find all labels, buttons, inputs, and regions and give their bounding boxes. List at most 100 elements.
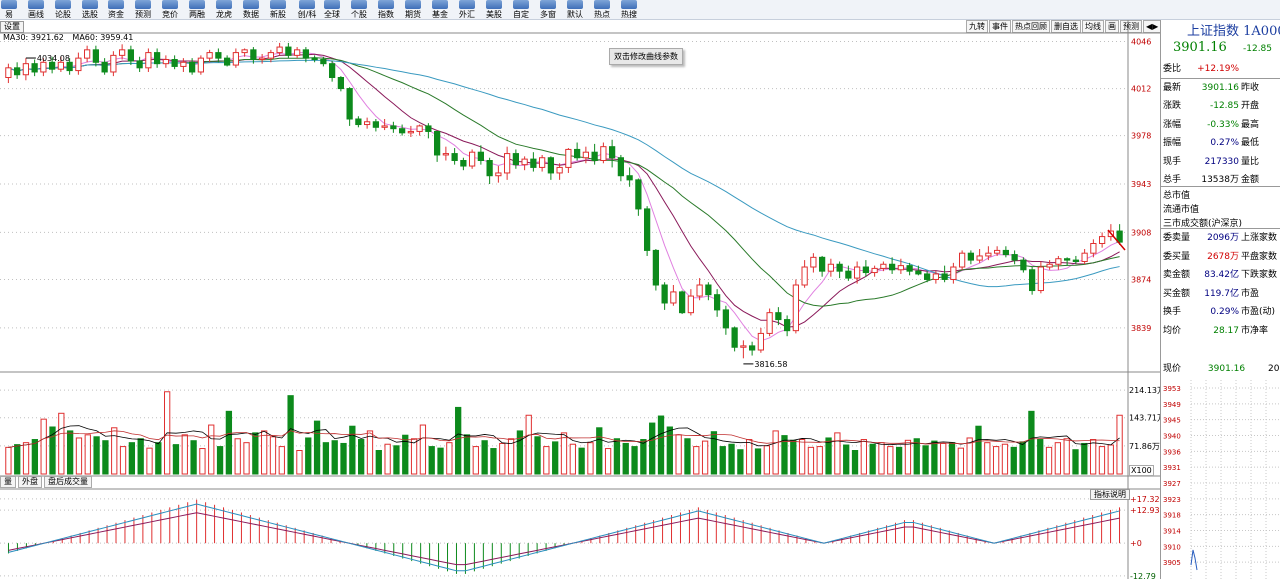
candle-body [696,284,703,297]
quote-row-value: 83.42亿 [1204,270,1239,280]
volume-bar [701,440,709,475]
macd-tick-label: +12.93 [1130,506,1160,515]
volume-bar [463,434,471,475]
volume-bar [331,440,338,475]
volume-bar [155,442,162,475]
mini-tick-label: 3931 [1163,464,1181,472]
volume-bar [1072,449,1079,475]
volume-tab-outside[interactable]: 外盘 [18,476,42,488]
volume-bar [869,443,876,475]
candle-body [145,52,152,69]
candle-body [906,265,913,272]
volume-bar [798,439,806,475]
candle-body [92,49,99,63]
candle-body [390,125,397,130]
candle-body [932,273,939,280]
candle-body [617,157,624,177]
candle-body [880,263,887,269]
candle-body [574,148,581,159]
candle-body [75,57,82,72]
volume-bar [675,434,682,475]
mini-tick-label: 3927 [1163,480,1181,488]
volume-bar [887,446,894,475]
indicator-button[interactable]: 指标说明 [1090,489,1130,500]
candle-body [110,54,117,73]
volume-bar [66,430,74,475]
volume-unit-label: X100 [1129,465,1154,476]
volume-bar [428,446,435,475]
quote-row-value: 2678万 [1207,251,1239,262]
candle-body [670,291,677,304]
volume-bar [834,432,841,475]
candle-body [714,294,721,311]
candle-body [1099,236,1106,244]
candle-body [14,67,21,76]
quote-change: -12.85 [1243,44,1273,54]
quote-row-label: 现手 [1163,156,1182,167]
quote-row: 委买量 2678万 平盘家数 [1163,248,1280,266]
quote-row: 卖金额 83.42亿 下跌家数 [1163,266,1280,284]
quote-row-value: 0.27% [1210,138,1239,148]
candle-body [250,49,257,61]
volume-bar [1001,443,1009,475]
quote-row: 均价 28.17 市净率 [1163,322,1280,340]
volume-bar [587,442,594,475]
volume-bar [534,436,541,475]
candle-body [757,332,764,351]
quote-row-value: -0.33% [1207,119,1239,130]
volume-bar [22,442,30,475]
candle-body [705,284,712,296]
candle-body [556,166,563,174]
candle-body [127,49,134,62]
quote-row-label: 买金额 [1163,288,1191,299]
quote-row-label: 换手 [1163,307,1182,317]
price-tick-label: 3978 [1131,132,1151,141]
quote-row-label-2: 开盘 [1241,101,1260,111]
candle-body [1037,266,1044,292]
quote-price: 3901.16 [1173,40,1227,55]
candle-body [294,49,301,56]
quote-row-label-2: 下跌家数 [1241,270,1278,280]
volume-bar [1098,446,1106,475]
volume-bar [278,446,285,475]
volume-bar [1116,414,1123,475]
volume-bar [208,424,215,475]
volume-bar [631,446,638,475]
macd-dif-line [8,503,1120,572]
candle-body [215,52,222,59]
candle-body [302,49,309,59]
volume-bar [437,447,444,475]
mini-tick-label: 3936 [1163,448,1181,456]
volume-bar [358,439,365,475]
candle-body [197,57,204,73]
volume-bar [269,436,277,475]
mini-tick-label: 3923 [1163,496,1181,504]
price-tick-label: 4012 [1131,85,1151,94]
volume-bar [102,440,109,475]
quote-row-label: 委卖量 [1163,233,1191,243]
candle-body [425,125,432,132]
candle-body [241,49,248,54]
volume-bar [560,432,568,475]
candle-body [372,121,379,128]
quote-row: 换手 0.29% 市盈(动) [1163,303,1280,321]
candle-body [451,153,458,161]
volume-tab-volume[interactable]: 量 [0,476,16,488]
volume-bar [234,438,241,475]
volume-bar [578,447,585,475]
volume-bar [305,437,312,475]
candle-body [530,158,537,168]
volume-bar [243,442,250,475]
volume-bar [384,443,391,475]
candle-body [84,49,91,59]
volume-bar [649,422,656,475]
candle-body [1046,263,1053,268]
candle-body [871,267,878,274]
volume-bar [1089,439,1097,475]
volume-bar [172,444,180,475]
volume-bar [111,427,118,475]
candle-body [337,77,344,90]
candle-body [924,273,931,280]
volume-tab-afterhours[interactable]: 盘后成交量 [44,476,92,488]
volume-bar [190,440,197,475]
